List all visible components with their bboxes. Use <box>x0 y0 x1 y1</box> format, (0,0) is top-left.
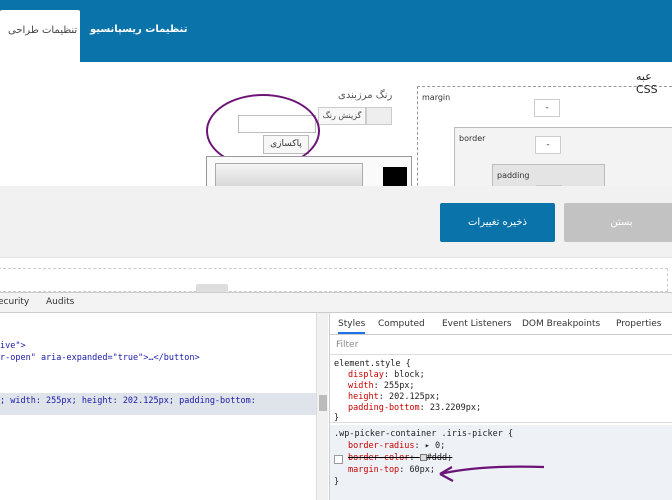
pick-color-button[interactable]: گزینش رنگ <box>318 107 366 125</box>
css-property[interactable]: width: 255px; <box>348 381 415 391</box>
annotation-arrow-icon <box>439 465 545 482</box>
styles-filter[interactable]: Filter <box>330 335 672 355</box>
styles-panel: Styles Computed Event Listeners DOM Brea… <box>329 313 672 500</box>
screen: تنظیمات طراحی تنظیمات ریسپانسیو عبه CSS … <box>0 0 672 500</box>
css-property[interactable]: padding-bottom: 23.2209px; <box>348 403 481 413</box>
styles-tabbar: Styles Computed Event Listeners DOM Brea… <box>330 313 672 335</box>
border-box: border - padding - <box>454 127 672 186</box>
design-settings-panel: عبه CSS margin - border - padding - رنگ … <box>0 62 672 186</box>
property-value: 60px; <box>409 465 436 475</box>
tab-styles[interactable]: Styles <box>338 319 366 334</box>
tab-properties[interactable]: Properties <box>616 319 661 329</box>
property-value: 202.125px; <box>388 392 441 402</box>
margin-box: margin - border - padding - <box>417 86 672 186</box>
iris-color-square[interactable] <box>215 163 363 186</box>
css-property[interactable]: display: block; <box>348 370 425 380</box>
margin-label: margin <box>422 93 451 102</box>
border-label: border <box>459 134 486 143</box>
css-property-disabled[interactable]: border-color: #ddd; <box>348 453 452 463</box>
tab-design-settings[interactable]: تنظیمات طراحی <box>0 10 80 62</box>
color-swatch[interactable] <box>366 107 392 125</box>
tab-design-settings-label: تنظیمات طراحی <box>8 25 78 36</box>
property-name: padding-bottom <box>348 403 420 413</box>
rule-selector[interactable]: .wp-picker-container .iris-picker { <box>334 429 513 439</box>
tab-dom-breakpoints[interactable]: DOM Breakpoints <box>522 319 600 329</box>
css-property[interactable]: border-radius: ▸ 0; <box>348 441 445 451</box>
property-name: margin-top <box>348 465 400 475</box>
tab-audits[interactable]: Audits <box>46 297 74 307</box>
property-value: 23.2209px; <box>429 403 482 413</box>
property-name: display <box>348 370 384 380</box>
tab-event-listeners[interactable]: Event Listeners <box>442 319 512 329</box>
elements-scrollbar[interactable] <box>316 313 328 500</box>
property-name: width <box>348 381 374 391</box>
padding-box: padding - <box>492 164 605 186</box>
code-line[interactable]: ive"> <box>0 341 26 351</box>
action-bar: ذخیره تغییرات بستن <box>0 186 672 258</box>
rule-close: } <box>334 413 340 423</box>
tab-computed[interactable]: Computed <box>378 319 425 329</box>
border-input[interactable]: - <box>535 136 561 154</box>
iris-color-picker[interactable] <box>206 156 412 186</box>
border-color-label: رنگ مرزبندی <box>338 90 393 101</box>
property-name: border-radius <box>348 441 415 451</box>
scrollbar-thumb[interactable] <box>319 395 327 411</box>
property-name: height <box>348 392 379 402</box>
code-line[interactable]: ; width: 255px; height: 202.125px; paddi… <box>0 396 256 406</box>
code-line[interactable]: r-open" aria-expanded="true">…</button> <box>0 353 200 363</box>
rule-selector[interactable]: element.style { <box>334 359 411 369</box>
iris-picker-rule: .wp-picker-container .iris-picker { bord… <box>330 425 672 500</box>
property-value: block; <box>394 370 425 380</box>
property-checkbox[interactable] <box>334 455 343 464</box>
padding-label: padding <box>497 171 530 180</box>
filter-placeholder: Filter <box>336 340 359 350</box>
tab-responsive-settings[interactable]: تنظیمات ریسپانسیو <box>90 24 187 35</box>
property-name: border-color <box>348 453 410 463</box>
page-viewport-strip <box>0 258 672 292</box>
rule-close: } <box>334 477 340 487</box>
viewport-knob[interactable] <box>196 284 228 292</box>
property-value: ▸ 0; <box>424 441 446 451</box>
viewport-dashed-box <box>0 268 668 292</box>
save-changes-button[interactable]: ذخیره تغییرات <box>440 203 555 242</box>
element-style-rule: element.style { display: block; width: 2… <box>330 355 672 423</box>
margin-input[interactable]: - <box>534 99 560 117</box>
property-value: 255px; <box>383 381 415 391</box>
tab-security[interactable]: ecurity <box>0 297 29 307</box>
css-property[interactable]: margin-top: 60px; <box>348 465 435 475</box>
devtools-panel: ecurity Audits ive"> r-open" aria-expand… <box>0 292 672 500</box>
devtools-tabbar: ecurity Audits <box>0 293 672 313</box>
color-swatch-icon[interactable] <box>419 454 427 461</box>
close-button[interactable]: بستن <box>564 203 672 242</box>
css-property[interactable]: height: 202.125px; <box>348 392 440 402</box>
elements-panel: ive"> r-open" aria-expanded="true">…</bu… <box>0 313 328 500</box>
iris-color-strip[interactable] <box>383 167 407 186</box>
settings-tabbar: تنظیمات طراحی تنظیمات ریسپانسیو <box>0 0 672 62</box>
